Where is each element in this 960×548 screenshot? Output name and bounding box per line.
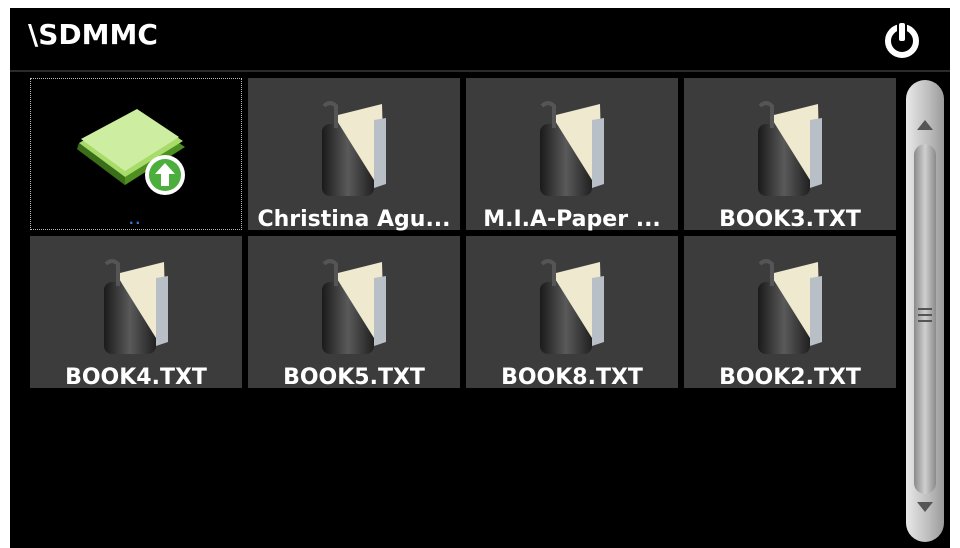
book-icon (758, 101, 822, 196)
tile-parent-folder[interactable]: .. (30, 78, 242, 230)
scroll-grip[interactable] (918, 308, 932, 326)
tile-book[interactable]: BOOK4.TXT (30, 236, 242, 390)
title-bar: \SDMMC (10, 8, 950, 72)
book-icon (104, 259, 168, 354)
parent-folder-label: .. (129, 213, 143, 227)
book-icon (540, 259, 604, 354)
tile-label: BOOK2.TXT (719, 365, 861, 390)
scroll-down-arrow-icon[interactable] (917, 502, 933, 512)
book-icon (540, 101, 604, 196)
scroll-up-arrow-icon[interactable] (917, 120, 933, 130)
tile-label: BOOK8.TXT (501, 365, 643, 390)
tile-label: BOOK4.TXT (65, 365, 207, 390)
tile-label: M.I.A-Paper ... (483, 207, 661, 232)
file-grid: .. Christina Agu... M.I.A-Paper ... BOOK… (30, 78, 900, 398)
book-icon (322, 101, 386, 196)
book-icon (758, 259, 822, 354)
tile-label: BOOK5.TXT (283, 365, 425, 390)
book-icon (322, 259, 386, 354)
power-icon[interactable] (882, 20, 922, 60)
tile-book[interactable]: BOOK8.TXT (466, 236, 678, 390)
tile-book[interactable]: Christina Agu... (248, 78, 460, 232)
tile-book[interactable]: BOOK5.TXT (248, 236, 460, 390)
tile-book[interactable]: M.I.A-Paper ... (466, 78, 678, 232)
scrollbar[interactable] (906, 80, 944, 542)
current-path: \SDMMC (28, 18, 158, 51)
folder-up-icon (77, 109, 185, 195)
tile-label: Christina Agu... (257, 207, 451, 232)
tile-book[interactable]: BOOK2.TXT (684, 236, 896, 390)
tile-book[interactable]: BOOK3.TXT (684, 78, 896, 232)
tile-label: BOOK3.TXT (719, 207, 861, 232)
screen: \SDMMC .. Christina Agu... M.I.A-Paper .… (10, 8, 950, 548)
